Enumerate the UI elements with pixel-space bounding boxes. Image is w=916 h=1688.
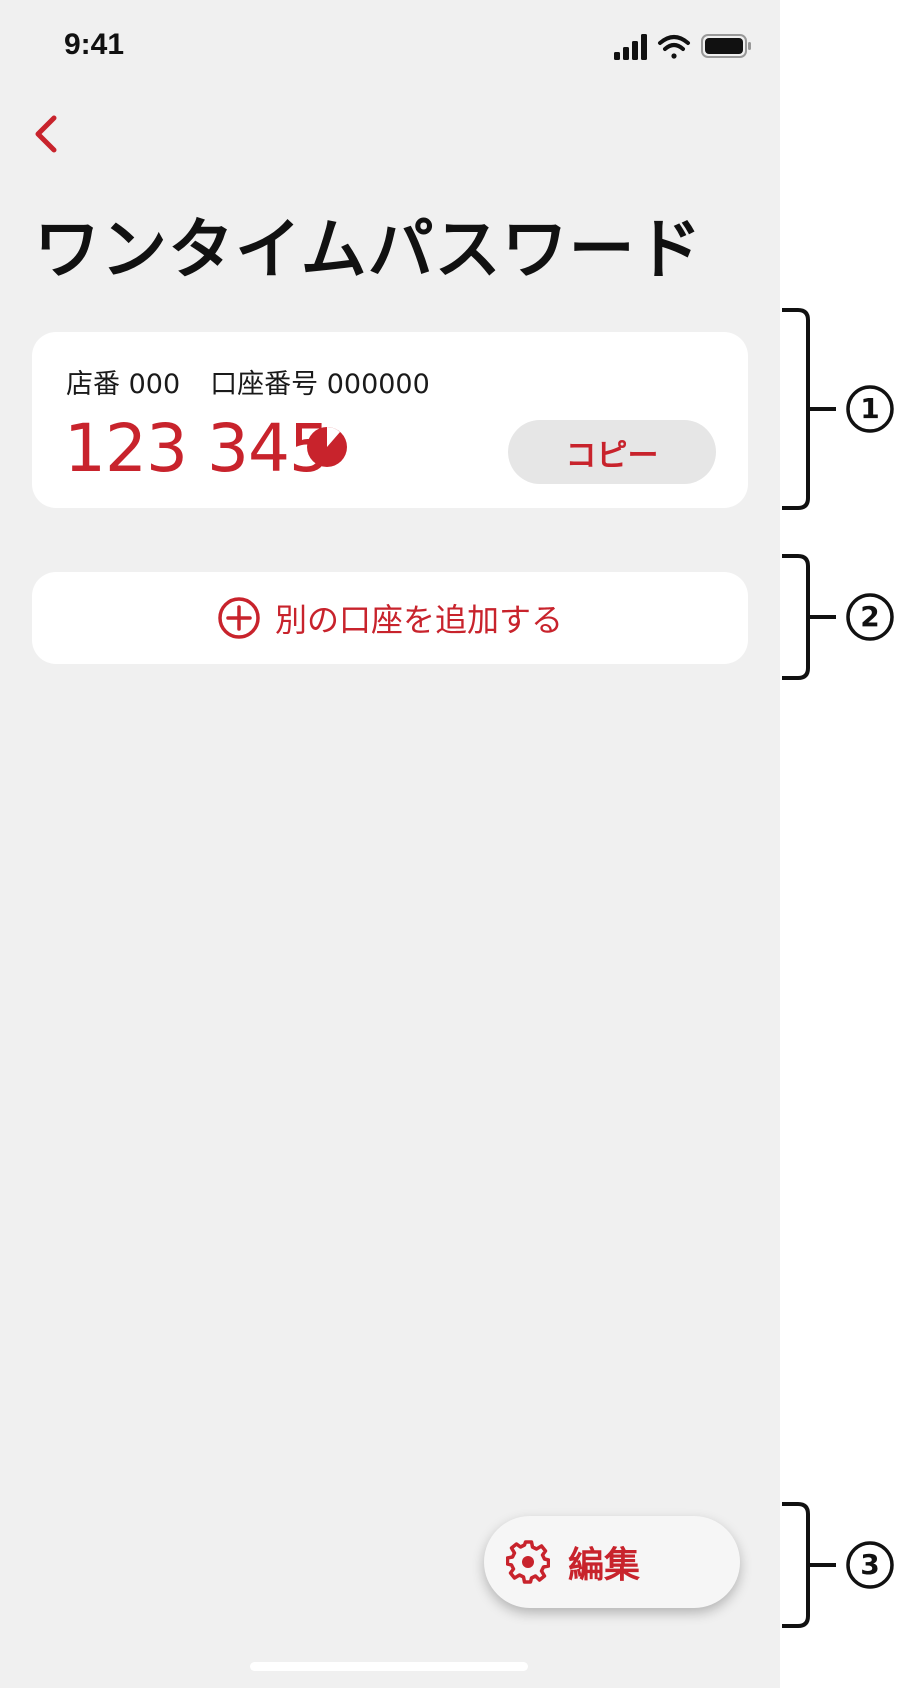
annotation-bracket-2: 2 [780,552,916,682]
branch-number: 店番 000 [66,369,181,400]
annotation-number-1: 1 [860,392,880,425]
cellular-signal-icon [614,34,647,60]
wifi-icon [658,35,690,59]
status-bar: 9:41 [0,0,780,92]
edit-button[interactable]: 編集 [484,1516,740,1608]
chevron-left-icon [35,115,57,153]
annotation-number-3: 3 [860,1548,880,1581]
copy-button[interactable]: コピー [508,420,716,484]
account-info: 店番 000 口座番号 000000 [66,362,430,401]
status-time: 9:41 [64,28,125,61]
annotation-number-2: 2 [860,600,880,633]
account-number: 口座番号 000000 [210,369,430,400]
back-button[interactable] [22,106,78,162]
otp-card: 店番 000 口座番号 000000 123 345 コピー [32,332,748,508]
otp-code: 123 345 [64,410,331,487]
phone-screen: 9:41 ワンタイムパスワード 店番 000 口座番号 000000 123 3… [0,0,780,1688]
page-title: ワンタイムパスワード [34,211,703,288]
plus-circle-icon [218,597,260,639]
add-account-button[interactable]: 別の口座を追加する [32,572,748,664]
annotation-bracket-1: 1 [780,306,916,512]
timer-icon [307,427,347,467]
edit-label: 編集 [568,1545,641,1586]
gear-icon [506,1540,550,1584]
home-indicator [250,1662,528,1671]
annotation-bracket-3: 3 [780,1500,916,1630]
battery-icon [701,34,751,58]
add-account-label: 別の口座を追加する [274,601,563,639]
status-icons [614,30,754,62]
